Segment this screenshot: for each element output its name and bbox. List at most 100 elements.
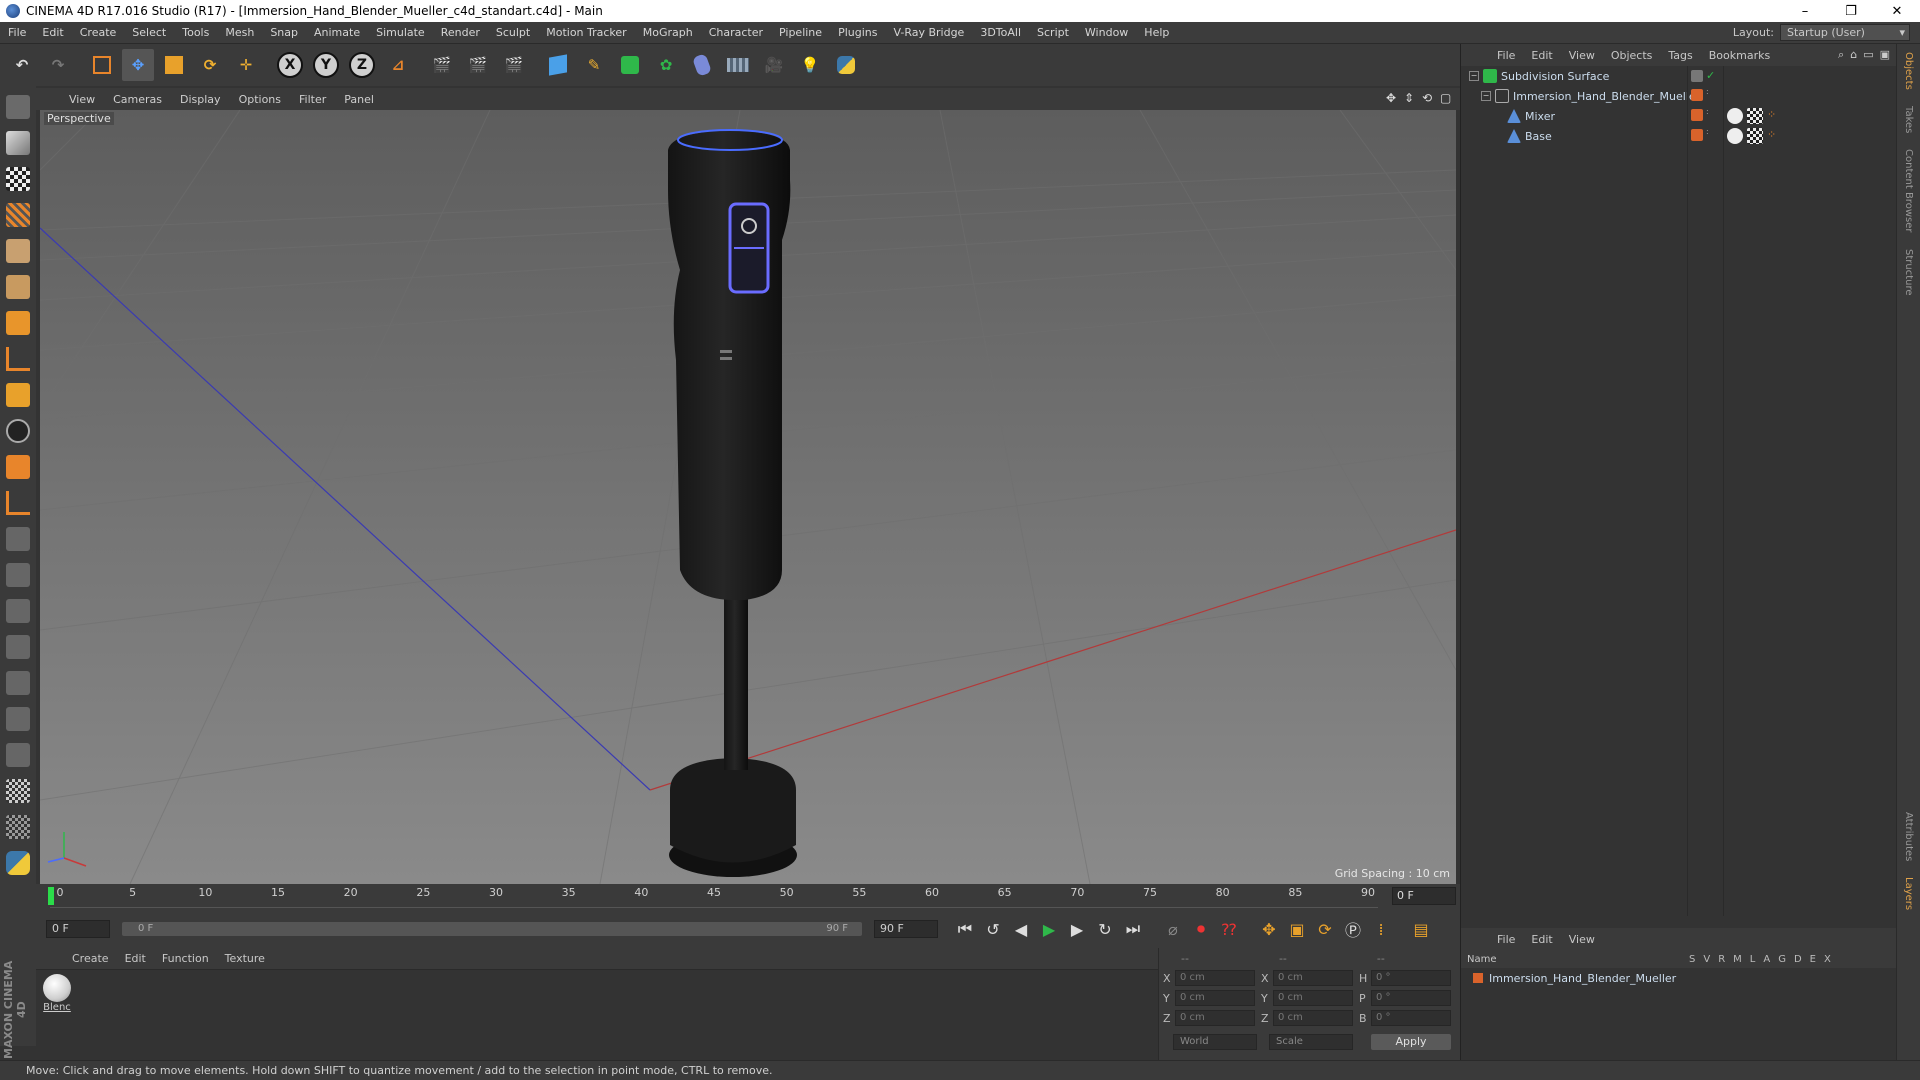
quantize-button[interactable] bbox=[3, 488, 33, 518]
maximize-viewport-icon[interactable]: ▢ bbox=[1440, 91, 1454, 105]
tab-attributes[interactable]: Attributes bbox=[1903, 804, 1914, 869]
search-icon[interactable]: ⌕ bbox=[1838, 48, 1844, 62]
viewport-camera-label[interactable]: Perspective bbox=[44, 112, 114, 125]
render-view-button[interactable]: 🎬 bbox=[426, 49, 458, 81]
pan-icon[interactable]: ✥ bbox=[1386, 91, 1400, 105]
sculpt-brush-3-button[interactable] bbox=[3, 596, 33, 626]
preview-range-slider[interactable]: 0 F 90 F bbox=[122, 922, 862, 936]
new-window-icon[interactable]: ▣ bbox=[1880, 48, 1890, 62]
menu-snap[interactable]: Snap bbox=[262, 26, 306, 39]
restore-button[interactable]: ❐ bbox=[1828, 0, 1874, 22]
tab-takes[interactable]: Takes bbox=[1903, 98, 1914, 141]
previous-frame-button[interactable]: ◀ bbox=[1008, 916, 1034, 942]
previous-key-button[interactable]: ↺ bbox=[980, 916, 1006, 942]
viewport-menu-options[interactable]: Options bbox=[230, 93, 290, 106]
visibility-dots-icon[interactable]: : bbox=[1706, 128, 1712, 141]
menu-tools[interactable]: Tools bbox=[174, 26, 217, 39]
rotation-h-field[interactable]: 0 ° bbox=[1371, 970, 1451, 986]
menu-motion-tracker[interactable]: Motion Tracker bbox=[538, 26, 634, 39]
menu-vray-bridge[interactable]: V-Ray Bridge bbox=[885, 26, 972, 39]
menu-animate[interactable]: Animate bbox=[306, 26, 368, 39]
polygons-mode-button[interactable] bbox=[3, 308, 33, 338]
go-to-start-button[interactable]: ⏮ bbox=[952, 916, 978, 942]
subdivision-surface-button[interactable] bbox=[614, 49, 646, 81]
go-to-end-button[interactable]: ⏭ bbox=[1120, 916, 1146, 942]
texture-tag-icon[interactable] bbox=[1747, 128, 1763, 144]
menu-window[interactable]: Window bbox=[1077, 26, 1136, 39]
size-mode-dropdown[interactable]: Scale bbox=[1269, 1034, 1353, 1050]
autokeying-button[interactable]: ⁇ bbox=[1216, 916, 1242, 942]
menu-plugins[interactable]: Plugins bbox=[830, 26, 885, 39]
phong-tag-icon[interactable]: ⁘ bbox=[1767, 128, 1783, 144]
menu-mesh[interactable]: Mesh bbox=[217, 26, 262, 39]
solo-mode-button[interactable] bbox=[3, 416, 33, 446]
collapse-icon[interactable]: − bbox=[1481, 91, 1491, 101]
scale-key-button[interactable]: ▣ bbox=[1284, 916, 1310, 942]
material-tag-icon[interactable] bbox=[1727, 128, 1743, 144]
sculpt-brush-7-button[interactable] bbox=[3, 740, 33, 770]
size-y-field[interactable]: 0 cm bbox=[1273, 990, 1353, 1006]
menu-select[interactable]: Select bbox=[124, 26, 174, 39]
position-key-button[interactable]: ✥ bbox=[1256, 916, 1282, 942]
z-axis-lock-button[interactable]: Z bbox=[346, 49, 378, 81]
menu-create[interactable]: Create bbox=[72, 26, 125, 39]
size-z-field[interactable]: 0 cm bbox=[1273, 1010, 1353, 1026]
pen-spline-button[interactable]: ✎ bbox=[578, 49, 610, 81]
object-menu-tags[interactable]: Tags bbox=[1660, 49, 1700, 62]
layer-menu-view[interactable]: View bbox=[1561, 933, 1603, 946]
rotation-key-button[interactable]: ⟳ bbox=[1312, 916, 1338, 942]
scale-tool-button[interactable] bbox=[158, 49, 190, 81]
x-axis-lock-button[interactable]: X bbox=[274, 49, 306, 81]
menu-sculpt[interactable]: Sculpt bbox=[488, 26, 538, 39]
cloner-button[interactable]: ✿ bbox=[650, 49, 682, 81]
menu-simulate[interactable]: Simulate bbox=[368, 26, 433, 39]
model-mode-button[interactable] bbox=[3, 128, 33, 158]
cube-button[interactable] bbox=[542, 49, 574, 81]
tab-structure[interactable]: Structure bbox=[1903, 241, 1914, 304]
viewport-menu-panel[interactable]: Panel bbox=[335, 93, 383, 106]
coordinate-system-button[interactable]: ⊿ bbox=[382, 49, 414, 81]
menu-render[interactable]: Render bbox=[433, 26, 488, 39]
render-settings-button[interactable]: 🎬 bbox=[498, 49, 530, 81]
material-tag-icon[interactable] bbox=[1727, 108, 1743, 124]
timeline-layout-button[interactable]: ▤ bbox=[1408, 916, 1434, 942]
layer-swatch[interactable] bbox=[1691, 109, 1703, 121]
visibility-dots-icon[interactable]: : bbox=[1706, 88, 1712, 101]
texture-mode-button[interactable] bbox=[3, 164, 33, 194]
edges-mode-button[interactable] bbox=[3, 272, 33, 302]
tab-content-browser[interactable]: Content Browser bbox=[1903, 141, 1914, 240]
enabled-check-icon[interactable]: ✓ bbox=[1706, 69, 1715, 82]
next-key-button[interactable]: ↻ bbox=[1092, 916, 1118, 942]
collapse-icon[interactable]: − bbox=[1469, 71, 1479, 81]
undo-button[interactable]: ↶ bbox=[6, 49, 38, 81]
object-menu-view[interactable]: View bbox=[1561, 49, 1603, 62]
minimize-button[interactable]: – bbox=[1782, 0, 1828, 22]
python-button[interactable] bbox=[830, 49, 862, 81]
size-x-field[interactable]: 0 cm bbox=[1273, 970, 1353, 986]
tweak-mode-button[interactable] bbox=[3, 380, 33, 410]
object-menu-file[interactable]: File bbox=[1489, 49, 1523, 62]
deformer-button[interactable] bbox=[686, 49, 718, 81]
viewport-menu-cameras[interactable]: Cameras bbox=[104, 93, 171, 106]
viewport-menu-display[interactable]: Display bbox=[171, 93, 230, 106]
position-x-field[interactable]: 0 cm bbox=[1175, 970, 1255, 986]
layout-dropdown[interactable]: Startup (User) bbox=[1780, 24, 1910, 41]
lock-workplane-button[interactable] bbox=[3, 776, 33, 806]
menu-3dtoall[interactable]: 3DToAll bbox=[972, 26, 1029, 39]
render-picture-viewer-button[interactable]: 🎬 bbox=[462, 49, 494, 81]
material-swatch[interactable]: Blenc bbox=[40, 974, 74, 1013]
3d-viewport[interactable]: Perspective Grid Spacing : 10 cm bbox=[40, 110, 1456, 884]
layer-swatch[interactable] bbox=[1691, 69, 1703, 82]
menu-file[interactable]: File bbox=[0, 26, 34, 39]
transform-tool-button[interactable]: ✛ bbox=[230, 49, 262, 81]
tree-item-immersion-hand-blender[interactable]: − Immersion_Hand_Blender_Mueller : bbox=[1461, 86, 1897, 106]
viewport-menu-view[interactable]: View bbox=[60, 93, 104, 106]
redo-button[interactable]: ↷ bbox=[42, 49, 74, 81]
menu-mograph[interactable]: MoGraph bbox=[635, 26, 701, 39]
menu-character[interactable]: Character bbox=[701, 26, 771, 39]
material-menu-edit[interactable]: Edit bbox=[117, 952, 154, 965]
rotation-b-field[interactable]: 0 ° bbox=[1371, 1010, 1451, 1026]
material-menu-texture[interactable]: Texture bbox=[217, 952, 273, 965]
make-editable-button[interactable] bbox=[3, 92, 33, 122]
position-z-field[interactable]: 0 cm bbox=[1175, 1010, 1255, 1026]
